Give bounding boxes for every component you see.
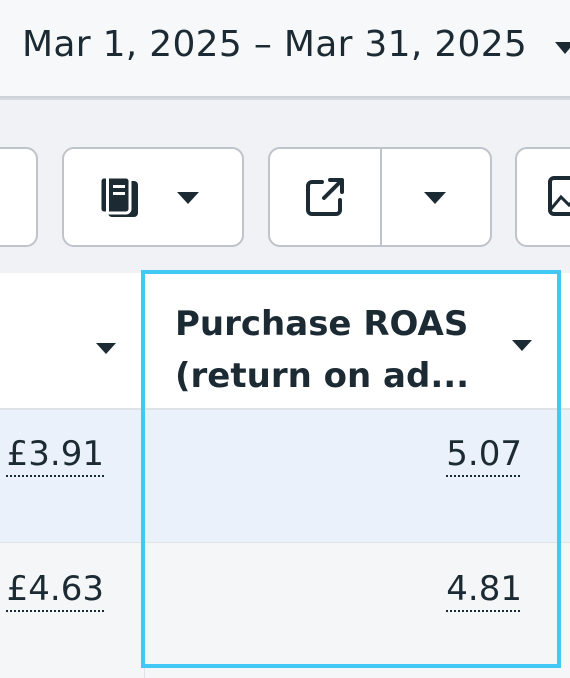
date-range-bar: Mar 1, 2025 – Mar 31, 2025 [0,0,570,100]
cell-prev-value[interactable]: £3.91 [7,434,104,474]
cell-roas-value[interactable]: 5.07 [446,434,522,474]
column-header-roas[interactable]: Purchase ROAS (return on ad... [145,273,570,408]
table-row[interactable]: £4.63 4.81 [0,543,570,678]
cell-roas-value[interactable]: 4.81 [446,569,522,609]
image-icon [548,176,570,216]
sort-caret-icon [96,343,116,354]
chevron-down-icon [177,192,199,204]
cell-prev-value[interactable]: £4.63 [7,569,104,609]
table-header-row: Purchase ROAS (return on ad... [0,273,570,410]
export-split-button [268,147,492,247]
date-range-label: Mar 1, 2025 – Mar 31, 2025 [22,24,528,65]
sort-caret-icon [512,340,532,351]
table-toolbar [0,100,570,273]
ads-manager-view: Mar 1, 2025 – Mar 31, 2025 Purchase ROAS… [0,0,570,678]
media-preview-button[interactable] [515,147,570,247]
export-options-dropdown[interactable] [382,149,490,245]
column-divider [144,273,145,678]
reports-icon [98,175,138,217]
column-header-label: Purchase ROAS (return on ad... [175,304,470,396]
table-row[interactable]: £3.91 5.07 [0,410,570,543]
chevron-down-icon [555,42,570,54]
toolbar-button-partial[interactable] [0,147,38,247]
date-range-button[interactable]: Mar 1, 2025 – Mar 31, 2025 [0,0,570,98]
column-header-prev[interactable] [0,273,144,408]
campaign-table: Purchase ROAS (return on ad... £3.91 5.0… [0,273,570,678]
external-link-icon [306,178,344,216]
export-button[interactable] [270,149,380,245]
reports-dropdown-button[interactable] [62,147,244,247]
chevron-down-icon [424,192,446,204]
